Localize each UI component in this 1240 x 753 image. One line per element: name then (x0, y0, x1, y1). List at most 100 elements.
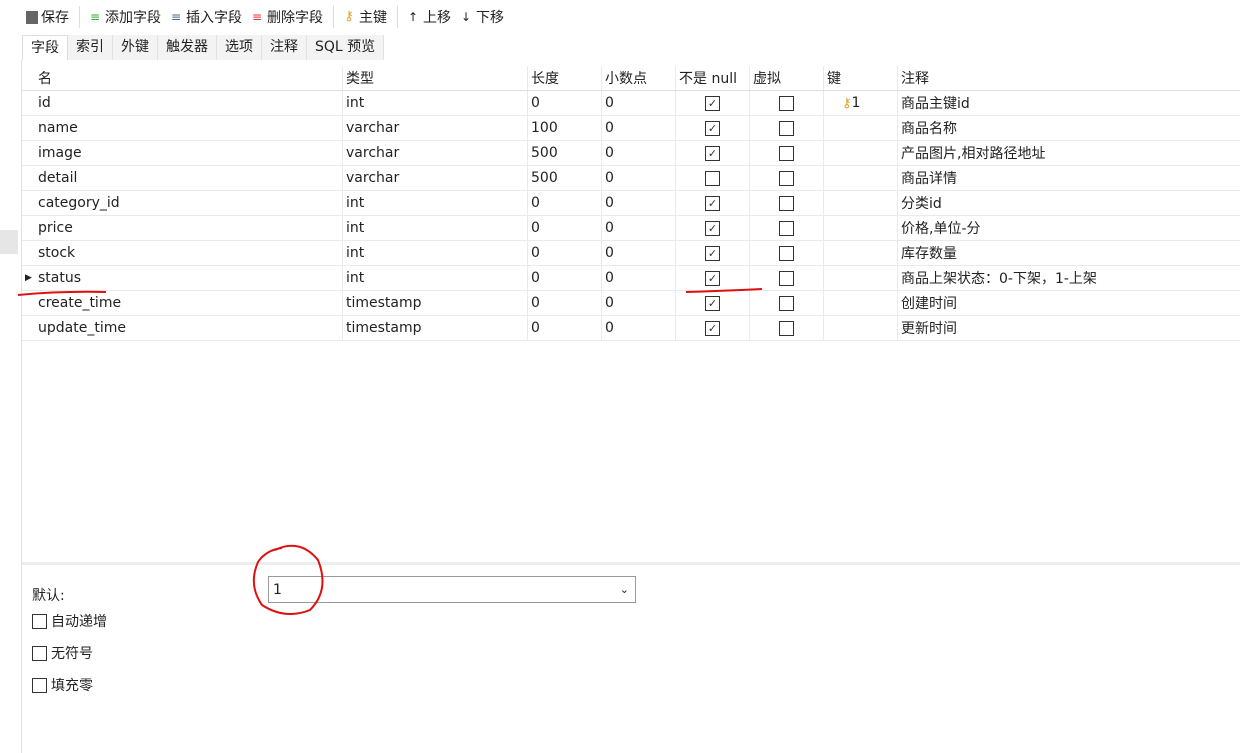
virtual-checkbox[interactable] (779, 270, 794, 286)
field-decimals[interactable]: 0 (602, 241, 676, 265)
column-header[interactable]: 不是 null (676, 66, 750, 90)
not-null-checkbox[interactable]: ✓ (705, 320, 720, 336)
field-decimals[interactable]: 0 (602, 166, 676, 190)
virtual-checkbox[interactable] (779, 95, 794, 111)
not-null-checkbox[interactable]: ✓ (705, 145, 720, 161)
field-comment[interactable]: 商品详情 (898, 166, 1240, 190)
default-value-combobox[interactable]: 1 ⌄ (268, 576, 636, 603)
field-decimals[interactable]: 0 (602, 116, 676, 140)
virtual-checkbox[interactable] (779, 295, 794, 311)
not-null-cell[interactable] (676, 166, 750, 190)
splitter-handle[interactable] (0, 230, 18, 254)
key-cell[interactable]: ⚷ 1 (824, 91, 898, 115)
field-type[interactable]: varchar (343, 166, 528, 190)
table-row[interactable]: category_id int 0 0 ✓ 分类id (22, 191, 1240, 216)
table-row[interactable]: ▶ status int 0 0 ✓ 商品上架状态：0-下架，1-上架 (22, 266, 1240, 291)
virtual-checkbox[interactable] (779, 245, 794, 261)
table-row[interactable]: detail varchar 500 0 商品详情 (22, 166, 1240, 191)
virtual-cell[interactable] (750, 166, 824, 190)
virtual-checkbox[interactable] (779, 195, 794, 211)
field-name[interactable]: image (35, 141, 343, 165)
not-null-cell[interactable]: ✓ (676, 141, 750, 165)
key-cell[interactable] (824, 116, 898, 140)
tab-0[interactable]: 字段 (22, 35, 68, 60)
virtual-cell[interactable] (750, 191, 824, 215)
virtual-cell[interactable] (750, 241, 824, 265)
tab-3[interactable]: 触发器 (158, 35, 217, 60)
column-header[interactable]: 小数点 (602, 66, 676, 90)
virtual-cell[interactable] (750, 116, 824, 140)
not-null-cell[interactable]: ✓ (676, 241, 750, 265)
tab-6[interactable]: SQL 预览 (307, 35, 385, 60)
key-cell[interactable] (824, 291, 898, 315)
field-decimals[interactable]: 0 (602, 316, 676, 340)
not-null-cell[interactable]: ✓ (676, 291, 750, 315)
field-name[interactable]: detail (35, 166, 343, 190)
field-decimals[interactable]: 0 (602, 91, 676, 115)
field-length[interactable]: 0 (528, 91, 602, 115)
field-type[interactable]: timestamp (343, 316, 528, 340)
column-header[interactable]: 键 (824, 66, 898, 90)
field-name[interactable]: stock (35, 241, 343, 265)
field-type[interactable]: timestamp (343, 291, 528, 315)
virtual-checkbox[interactable] (779, 120, 794, 136)
table-row[interactable]: id int 0 0 ✓ ⚷ 1 商品主键id (22, 91, 1240, 116)
field-name[interactable]: id (35, 91, 343, 115)
virtual-checkbox[interactable] (779, 320, 794, 336)
add-field-button[interactable]: ≡ 添加字段 (88, 7, 161, 27)
not-null-checkbox[interactable]: ✓ (705, 195, 720, 211)
field-comment[interactable]: 库存数量 (898, 241, 1240, 265)
unsigned-checkbox[interactable]: 无符号 (32, 643, 93, 663)
not-null-cell[interactable]: ✓ (676, 266, 750, 290)
not-null-checkbox[interactable]: ✓ (705, 245, 720, 261)
key-cell[interactable] (824, 216, 898, 240)
move-up-button[interactable]: ↑ 上移 (406, 7, 451, 27)
not-null-cell[interactable]: ✓ (676, 91, 750, 115)
field-comment[interactable]: 产品图片,相对路径地址 (898, 141, 1240, 165)
auto-increment-checkbox[interactable]: 自动递增 (32, 611, 107, 631)
table-row[interactable]: update_time timestamp 0 0 ✓ 更新时间 (22, 316, 1240, 341)
field-length[interactable]: 0 (528, 216, 602, 240)
field-length[interactable]: 100 (528, 116, 602, 140)
virtual-checkbox[interactable] (779, 220, 794, 236)
field-type[interactable]: varchar (343, 116, 528, 140)
key-cell[interactable] (824, 241, 898, 265)
field-length[interactable]: 0 (528, 291, 602, 315)
zerofill-checkbox[interactable]: 填充零 (32, 675, 93, 695)
tab-4[interactable]: 选项 (217, 35, 262, 60)
field-name[interactable]: status (35, 266, 343, 290)
field-name[interactable]: create_time (35, 291, 343, 315)
table-row[interactable]: image varchar 500 0 ✓ 产品图片,相对路径地址 (22, 141, 1240, 166)
not-null-checkbox[interactable]: ✓ (705, 95, 720, 111)
virtual-cell[interactable] (750, 316, 824, 340)
not-null-checkbox[interactable]: ✓ (705, 220, 720, 236)
column-header[interactable]: 虚拟 (750, 66, 824, 90)
virtual-cell[interactable] (750, 141, 824, 165)
field-name[interactable]: price (35, 216, 343, 240)
field-comment[interactable]: 商品主键id (898, 91, 1240, 115)
not-null-cell[interactable]: ✓ (676, 216, 750, 240)
not-null-cell[interactable]: ✓ (676, 116, 750, 140)
column-header[interactable]: 类型 (343, 66, 528, 90)
field-length[interactable]: 500 (528, 166, 602, 190)
key-cell[interactable] (824, 141, 898, 165)
field-length[interactable]: 0 (528, 241, 602, 265)
move-down-button[interactable]: ↓ 下移 (459, 7, 504, 27)
field-comment[interactable]: 分类id (898, 191, 1240, 215)
field-name[interactable]: update_time (35, 316, 343, 340)
field-name[interactable]: name (35, 116, 343, 140)
not-null-checkbox[interactable] (705, 170, 720, 186)
column-header[interactable]: 长度 (528, 66, 602, 90)
checkbox[interactable] (32, 677, 47, 693)
field-length[interactable]: 500 (528, 141, 602, 165)
field-length[interactable]: 0 (528, 266, 602, 290)
not-null-checkbox[interactable]: ✓ (705, 295, 720, 311)
field-decimals[interactable]: 0 (602, 291, 676, 315)
key-cell[interactable] (824, 166, 898, 190)
virtual-cell[interactable] (750, 266, 824, 290)
tab-5[interactable]: 注释 (262, 35, 307, 60)
table-row[interactable]: stock int 0 0 ✓ 库存数量 (22, 241, 1240, 266)
field-comment[interactable]: 创建时间 (898, 291, 1240, 315)
insert-field-button[interactable]: ≡ 插入字段 (169, 7, 242, 27)
field-comment[interactable]: 更新时间 (898, 316, 1240, 340)
